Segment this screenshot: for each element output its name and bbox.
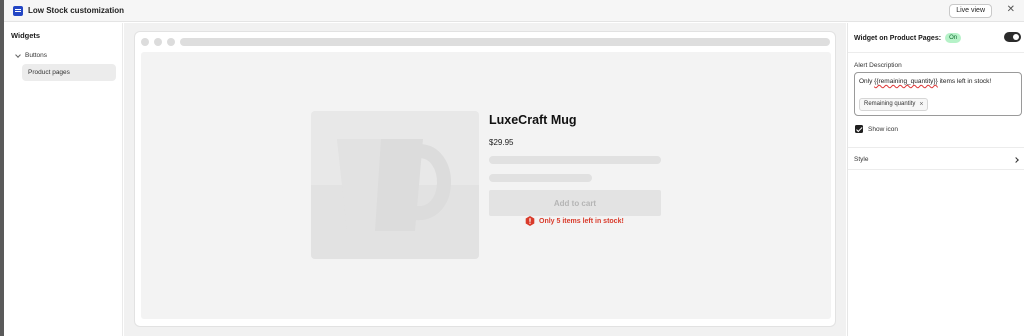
app-logo-icon [13,5,23,16]
add-to-cart-button[interactable]: Add to cart [489,190,661,216]
browser-dot [154,38,162,46]
divider [848,147,1024,148]
browser-dot [141,38,149,46]
browser-dot [167,38,175,46]
status-badge: On [945,33,962,43]
alert-description-text: Only {{remaining_quantity}} items left i… [859,78,992,85]
widget-title: Widget on Product Pages: [854,34,942,42]
variable-chip-label: Remaining quantity [864,101,916,107]
style-section[interactable]: Style [854,156,1020,163]
skeleton-line [489,174,592,182]
sidebar-group-label: Buttons [25,52,48,59]
divider [848,169,1024,170]
product-price: $29.95 [489,138,514,147]
product-title: LuxeCraft Mug [489,113,577,127]
settings-panel: Widget on Product Pages: On Alert Descri… [847,23,1024,336]
app-title: Low Stock customization [28,6,125,15]
low-stock-alert: Only 5 items left in stock! [525,216,624,226]
alert-description-field[interactable]: Only {{remaining_quantity}} items left i… [854,72,1022,116]
browser-mockup: LuxeCraft Mug $29.95 Add to cart Only 5 … [134,31,836,327]
sidebar-title: Widgets [11,31,41,40]
template-token: {{remaining_quantity}} [874,78,938,85]
style-label: Style [854,156,869,163]
show-icon-option[interactable]: Show icon [855,125,898,133]
browser-url-bar [180,38,830,46]
preview-viewport: LuxeCraft Mug $29.95 Add to cart Only 5 … [141,52,831,319]
chevron-down-icon [15,51,21,58]
widget-toggle[interactable] [1004,32,1021,42]
live-view-button[interactable]: Live view [949,4,992,18]
alert-description-label: Alert Description [854,62,902,69]
widgets-sidebar: Widgets Buttons Product pages [4,23,123,336]
sidebar-item-product-pages[interactable]: Product pages [22,64,116,81]
sidebar-group-buttons[interactable]: Buttons [15,51,48,59]
divider [848,52,1024,53]
show-icon-checkbox[interactable] [855,125,863,133]
skeleton-line [489,156,661,164]
alert-icon [525,216,535,226]
low-stock-alert-text: Only 5 items left in stock! [539,217,624,225]
variable-chip[interactable]: Remaining quantity × [859,98,929,111]
top-bar: Low Stock customization Live view ✕ [4,0,1024,22]
widget-header: Widget on Product Pages: On [854,33,962,43]
close-icon[interactable]: × [919,99,923,110]
close-icon[interactable]: ✕ [1007,4,1015,16]
preview-canvas: LuxeCraft Mug $29.95 Add to cart Only 5 … [124,23,846,336]
chevron-right-icon [1013,156,1019,163]
mug-placeholder-icon [311,111,479,259]
show-icon-label: Show icon [868,125,898,133]
